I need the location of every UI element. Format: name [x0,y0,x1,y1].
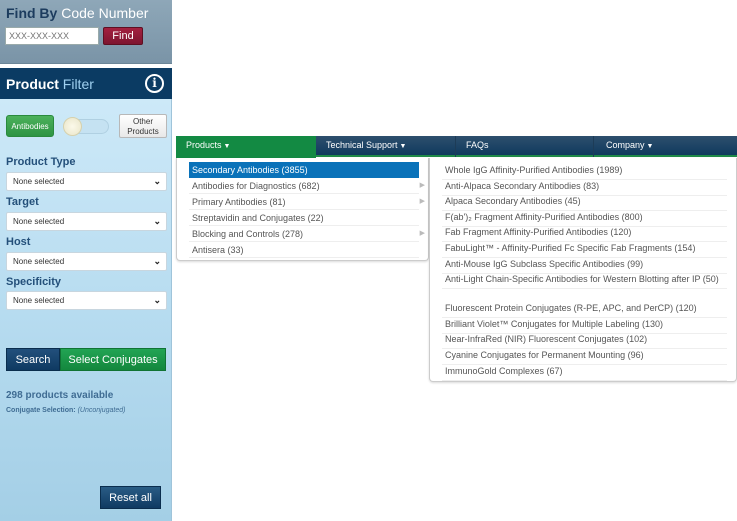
main-nav: Products ▼ Technical Support ▼ FAQs Compan… [176,136,737,159]
code-number-input[interactable] [5,27,99,45]
other-products-button[interactable]: Other Products [119,114,167,138]
products-menu-item[interactable]: Blocking and Controls (278) ▶ [189,226,425,242]
find-by-title: Find By Code Number [6,5,149,21]
caret-down-icon: ▼ [223,143,231,150]
find-button[interactable]: Find [103,27,143,45]
specificity-label: Specificity [6,276,62,288]
products-menu-item[interactable]: Secondary Antibodies (3855) [189,162,419,178]
info-icon[interactable]: i [145,74,164,93]
nav-technical-support[interactable]: Technical Support ▼ [316,136,456,157]
chevron-down-icon: ⌄ [153,256,161,266]
products-menu: Secondary Antibodies (3855) Antibodies fo… [176,158,429,261]
nav-products[interactable]: Products ▼ [176,136,316,159]
submenu-arrow-icon: ▶ [419,230,425,237]
secondary-antibodies-submenu: Whole IgG Affinity-Purified Antibodies (… [429,158,737,382]
nav-faqs[interactable]: FAQs [456,136,594,157]
products-menu-item[interactable]: Primary Antibodies (81) ▶ [189,194,425,210]
submenu-arrow-icon: ▶ [419,182,425,189]
submenu-arrow-icon: ▶ [419,198,425,205]
product-type-label: Product Type [6,156,76,168]
select-conjugates-button[interactable]: Select Conjugates [60,348,166,371]
submenu-item[interactable]: ImmunoGold Complexes (67) [442,363,727,381]
chevron-down-icon: ⌄ [153,295,161,305]
products-menu-item[interactable]: Antisera (33) [189,242,419,258]
conjugate-selection: Conjugate Selection: (Unconjugated) [6,407,126,414]
submenu-item[interactable]: Anti-Light Chain-Specific Antibodies for… [442,271,727,290]
product-type-select[interactable]: None selected ⌄ [6,172,167,191]
caret-down-icon: ▼ [646,143,654,150]
target-select[interactable]: None selected ⌄ [6,212,167,231]
product-category-toggle[interactable] [63,117,109,136]
host-select[interactable]: None selected ⌄ [6,252,167,271]
product-filter-title: Product Filter [6,76,94,92]
product-filter-body: Antibodies Other Products Product Type N… [0,99,172,521]
antibodies-button[interactable]: Antibodies [6,115,54,137]
find-by-panel: Find By Code Number Find [0,0,172,64]
product-filter-header: Product Filter i [0,68,172,99]
nav-company[interactable]: Company ▼ [596,136,737,157]
reset-all-button[interactable]: Reset all [100,486,161,509]
products-menu-item[interactable]: Antibodies for Diagnostics (682) ▶ [189,178,425,194]
chevron-down-icon: ⌄ [153,176,161,186]
specificity-select[interactable]: None selected ⌄ [6,291,167,310]
host-label: Host [6,236,31,248]
sidebar: Find By Code Number Find Product Filter … [0,0,172,521]
products-menu-item[interactable]: Streptavidin and Conjugates (22) [189,210,419,226]
search-button[interactable]: Search [6,348,60,371]
target-label: Target [6,196,39,208]
toggle-knob[interactable] [63,117,82,136]
caret-down-icon: ▼ [399,143,407,150]
products-available-count: 298 products available [6,390,114,401]
chevron-down-icon: ⌄ [153,216,161,226]
